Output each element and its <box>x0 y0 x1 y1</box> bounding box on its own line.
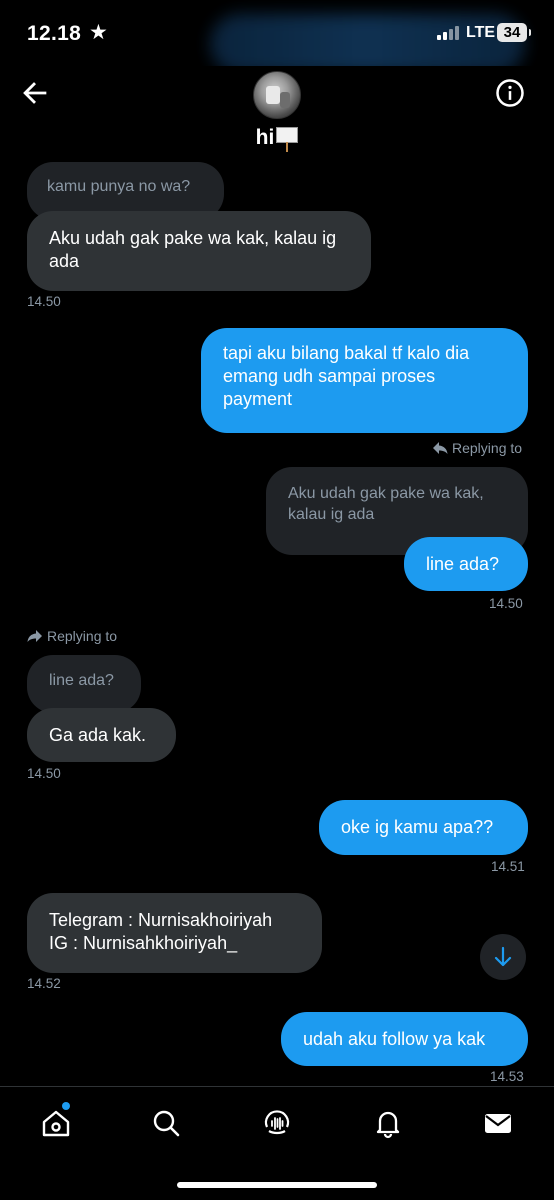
signal-icon <box>437 26 463 40</box>
replying-to-label: Replying to <box>432 440 522 456</box>
avatar[interactable] <box>253 71 301 119</box>
home-icon[interactable] <box>40 1107 72 1139</box>
arrow-down-icon <box>494 946 512 967</box>
quoted-text: line ada? <box>49 672 114 689</box>
home-notification-dot <box>62 1102 70 1110</box>
message-text-line: IG : Nurnisahkhoiriyah_ <box>49 933 238 953</box>
back-arrow-icon[interactable] <box>18 76 52 110</box>
message-text: udah aku follow ya kak <box>303 1029 486 1049</box>
network-type: LTE <box>466 24 496 41</box>
info-icon[interactable] <box>495 78 525 108</box>
battery-icon: 34 <box>497 23 531 42</box>
message-time: 14.51 <box>491 859 525 874</box>
incoming-message[interactable]: Telegram : Nurnisakhoiriyah IG : Nurnisa… <box>27 893 322 973</box>
message-time: 14.53 <box>490 1069 524 1084</box>
reply-arrow-icon <box>27 630 42 642</box>
incoming-message[interactable]: Ga ada kak. <box>27 708 176 762</box>
blurred-notification <box>210 14 525 74</box>
message-text: line ada? <box>426 554 500 574</box>
message-text: Ga ada kak. <box>49 725 147 745</box>
status-time: 12.18 <box>27 22 82 45</box>
outgoing-message[interactable]: oke ig kamu apa?? <box>319 800 528 855</box>
message-time: 14.50 <box>27 766 61 781</box>
messages-icon[interactable] <box>482 1107 514 1139</box>
search-icon[interactable] <box>150 1107 182 1139</box>
message-time: 14.50 <box>27 294 61 309</box>
outgoing-message[interactable]: udah aku follow ya kak <box>281 1012 528 1066</box>
message-list[interactable]: kamu punya no wa? Aku udah gak pake wa k… <box>0 162 554 1086</box>
message-text-line: Telegram : Nurnisakhoiriyah <box>49 910 273 930</box>
star-icon: ★ <box>89 21 108 44</box>
message-time: 14.52 <box>27 976 61 991</box>
spaces-icon[interactable] <box>261 1107 293 1139</box>
message-text: Aku udah gak pake wa kak, kalau ig ada <box>49 228 337 271</box>
conversation-header: hi <box>0 66 554 162</box>
quoted-text: kamu punya no wa? <box>47 178 191 195</box>
home-indicator <box>177 1182 377 1188</box>
status-bar: 12.18 ★ LTE 34 <box>0 0 554 74</box>
message-time: 14.50 <box>489 596 523 611</box>
quoted-message[interactable]: line ada? <box>27 655 141 713</box>
quoted-text: Aku udah gak pake wa kak, kalau ig ada <box>288 485 484 523</box>
conversation-name: hi <box>255 126 275 149</box>
message-text: oke ig kamu apa?? <box>341 817 494 837</box>
outgoing-message[interactable]: line ada? <box>404 537 528 591</box>
incoming-message[interactable]: Aku udah gak pake wa kak, kalau ig ada <box>27 211 371 291</box>
replying-to-label: Replying to <box>27 628 117 644</box>
message-text: tapi aku bilang bakal tf kalo dia emang … <box>223 343 470 409</box>
reply-arrow-icon <box>433 442 448 454</box>
sign-emoji-icon <box>276 127 299 152</box>
conversation-title[interactable]: hi <box>0 126 554 152</box>
outgoing-message[interactable]: tapi aku bilang bakal tf kalo dia emang … <box>201 328 528 433</box>
notifications-icon[interactable] <box>372 1107 404 1139</box>
scroll-to-bottom-button[interactable] <box>480 934 526 980</box>
